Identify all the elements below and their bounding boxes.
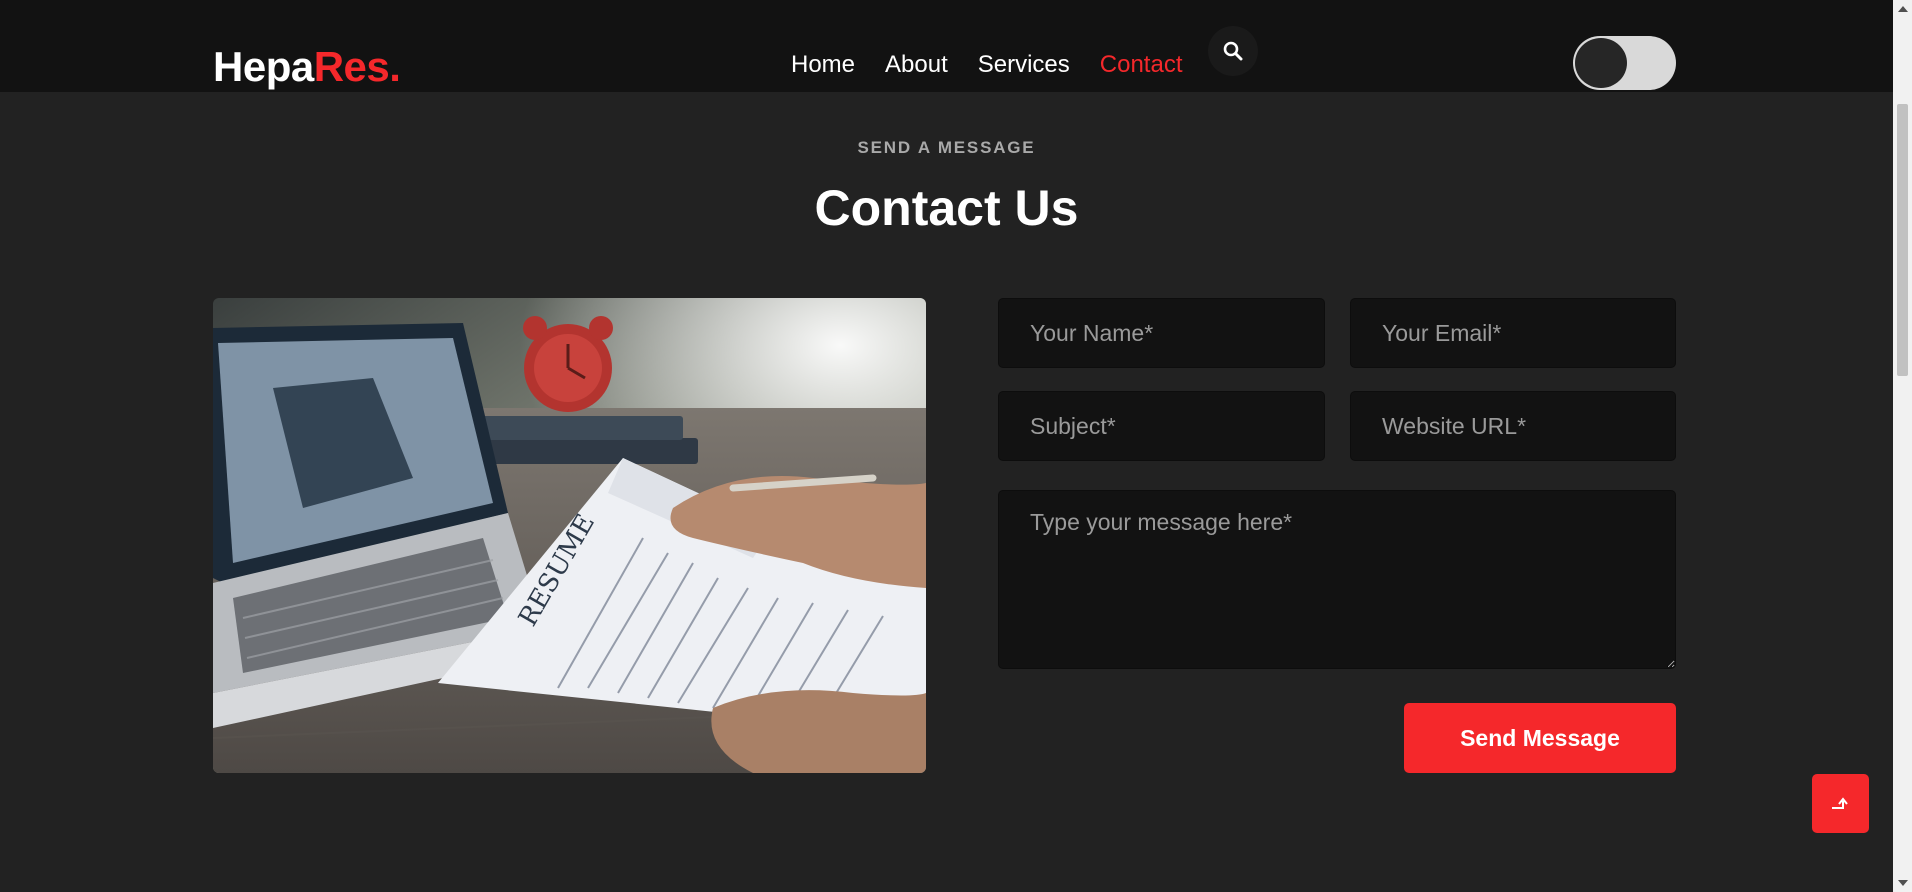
scroll-to-top-button[interactable] — [1812, 774, 1869, 833]
nav-about[interactable]: About — [885, 50, 948, 80]
dark-mode-toggle[interactable] — [1573, 36, 1676, 90]
scroll-up-arrow-icon[interactable] — [1898, 6, 1908, 12]
email-input[interactable] — [1350, 298, 1676, 368]
section-eyebrow: SEND A MESSAGE — [857, 138, 1036, 157]
nav-services[interactable]: Services — [978, 50, 1070, 80]
main-nav: Home About Services Contact — [791, 50, 1183, 80]
search-icon — [1223, 41, 1243, 61]
logo-main-text: Hepa — [213, 43, 314, 90]
arrow-up-icon — [1831, 796, 1848, 809]
send-message-button[interactable]: Send Message — [1404, 703, 1676, 773]
message-textarea[interactable] — [998, 490, 1676, 669]
subject-input[interactable] — [998, 391, 1325, 461]
scroll-down-arrow-icon[interactable] — [1898, 880, 1908, 886]
page-title: Contact Us — [814, 180, 1079, 236]
scrollbar-thumb[interactable] — [1897, 104, 1908, 376]
toggle-knob — [1575, 38, 1627, 88]
name-input[interactable] — [998, 298, 1325, 368]
nav-contact[interactable]: Contact — [1100, 50, 1183, 80]
nav-home[interactable]: Home — [791, 50, 855, 80]
logo-accent-text: Res. — [313, 43, 401, 90]
search-button[interactable] — [1208, 26, 1258, 76]
site-header: HepaRes. Home About Services Contact — [0, 0, 1893, 92]
contact-photo: RESUME — [213, 298, 926, 773]
page-scrollbar[interactable] — [1893, 0, 1912, 892]
website-input[interactable] — [1350, 391, 1676, 461]
site-logo[interactable]: HepaRes. — [213, 42, 401, 92]
resume-laptop-image: RESUME — [213, 298, 926, 773]
